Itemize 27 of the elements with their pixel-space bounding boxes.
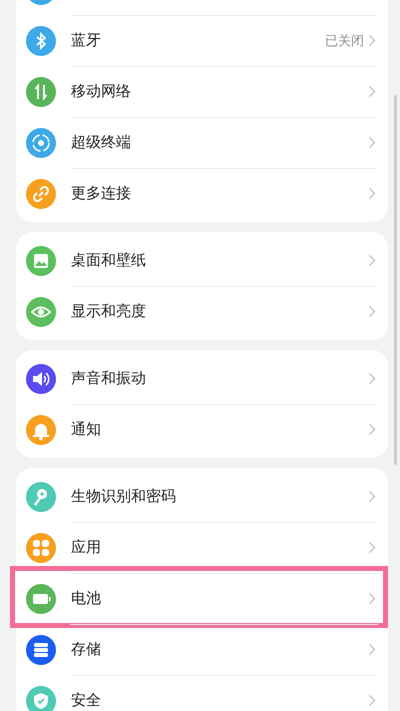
row-label[interactable]: 桌面和壁纸 [71, 251, 368, 270]
chevron-icon [368, 136, 376, 149]
chevron-icon [368, 490, 376, 503]
chevron-icon [368, 694, 376, 707]
row-label[interactable]: 电池 [71, 589, 368, 608]
row-label[interactable]: 蓝牙 [71, 31, 325, 50]
row-label[interactable]: 声音和振动 [71, 369, 368, 388]
row-label[interactable]: 应用 [71, 538, 368, 557]
row-label[interactable]: 存储 [71, 640, 368, 659]
chevron-icon [368, 592, 376, 605]
chevron-icon [368, 254, 376, 267]
chevron-icon [368, 187, 376, 200]
row-label[interactable]: 生物识别和密码 [71, 487, 368, 506]
chevron-icon [368, 305, 376, 318]
chevron-icon [368, 541, 376, 554]
chevron-icon [368, 643, 376, 656]
row-label[interactable]: 更多连接 [71, 184, 368, 203]
row-label[interactable]: 移动网络 [71, 82, 368, 101]
chevron-icon [368, 85, 376, 98]
chevron-icon [368, 372, 376, 385]
row-label[interactable]: 显示和亮度 [71, 302, 368, 321]
row-label[interactable]: 超级终端 [71, 133, 368, 152]
chevron-icon [368, 34, 376, 47]
row-label[interactable]: 安全 [71, 691, 368, 710]
row-label[interactable]: 通知 [71, 420, 368, 439]
chevron-icon [368, 423, 376, 436]
status-value: 已关闭 [325, 32, 364, 50]
